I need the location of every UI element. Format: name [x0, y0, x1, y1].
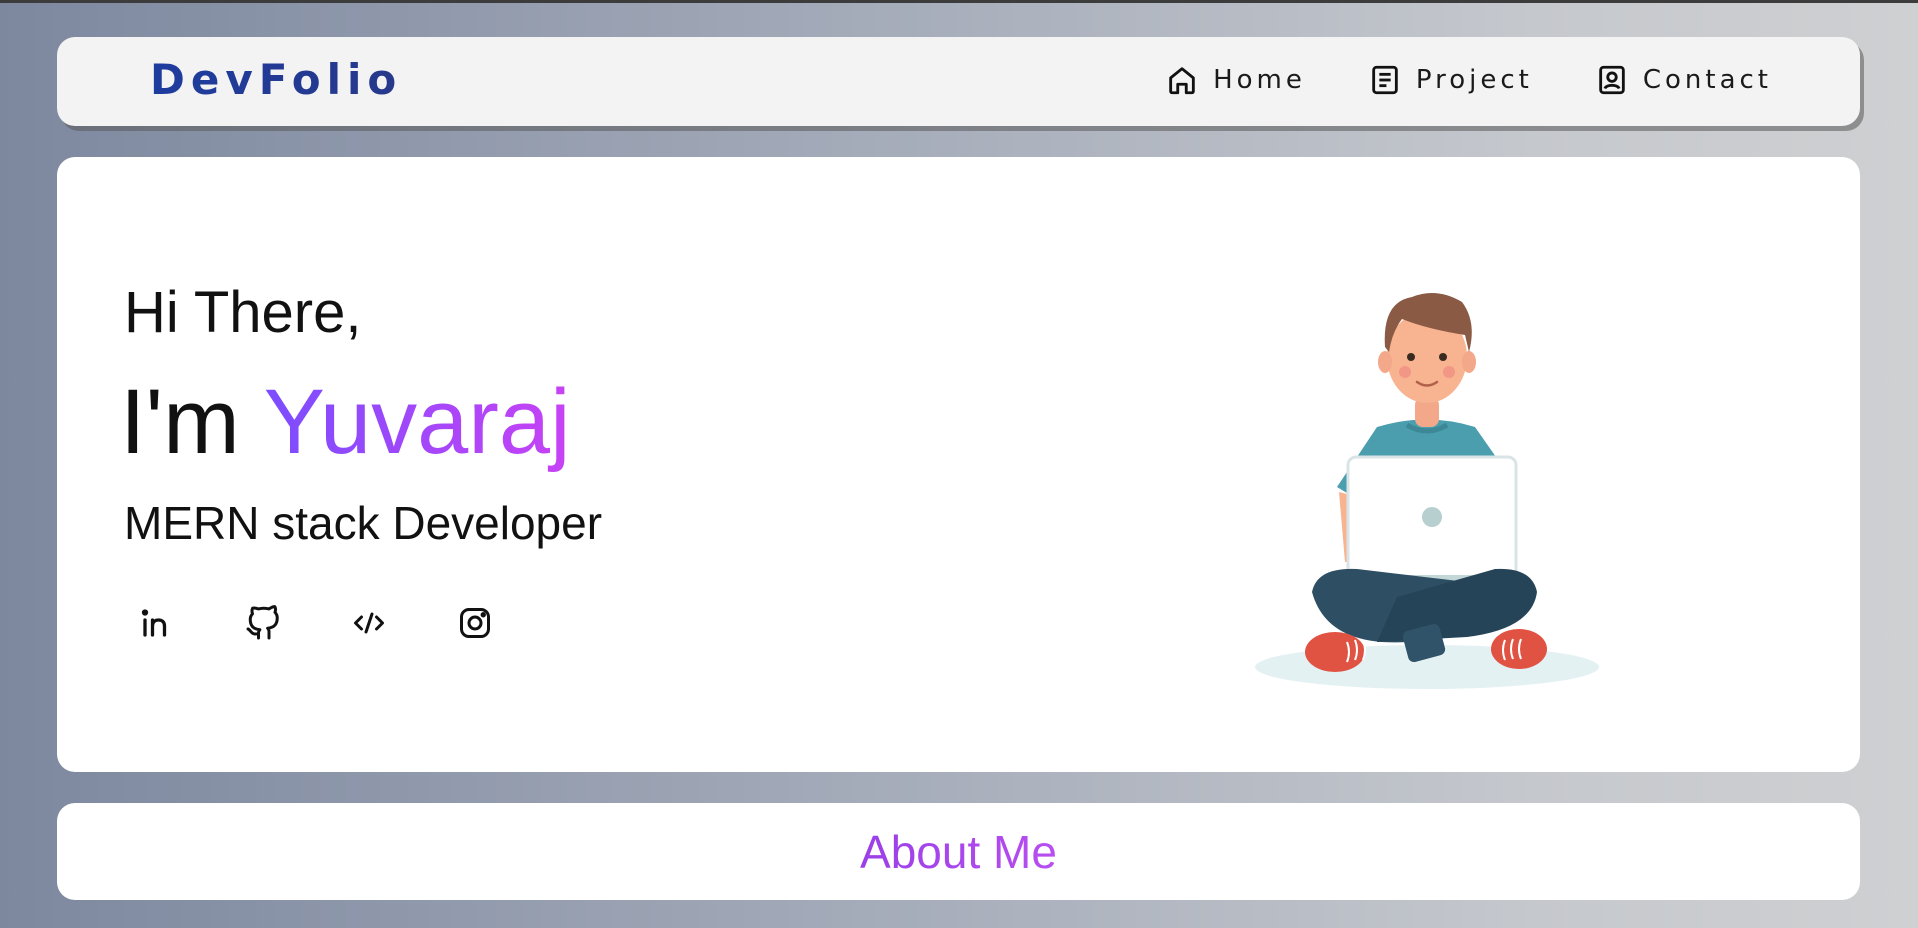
hero-role: MERN stack Developer — [124, 497, 603, 549]
github-icon — [246, 605, 279, 640]
linkedin-icon — [141, 609, 167, 637]
nav-links: Home Project Contact — [1165, 63, 1772, 97]
site-logo[interactable]: DevFolio — [150, 55, 402, 104]
about-section: About Me — [57, 803, 1860, 900]
hero-name-line: I'm Yuvaraj — [120, 370, 571, 475]
about-title: About Me — [860, 825, 1057, 878]
contact-icon — [1599, 65, 1625, 95]
home-icon — [1169, 67, 1195, 95]
code-icon — [354, 612, 384, 634]
code-link[interactable] — [351, 605, 387, 641]
instagram-icon — [460, 608, 490, 638]
hero-greeting: Hi There, — [124, 280, 362, 345]
nav-label-project: Project — [1415, 65, 1533, 95]
hero-name: Yuvaraj — [263, 371, 571, 473]
nav-label-home: Home — [1213, 65, 1306, 95]
developer-illustration — [1255, 293, 1599, 689]
social-links — [139, 605, 493, 641]
hero-section: Hi There, I'm Yuvaraj MERN stack Develop… — [57, 157, 1860, 772]
hero-intro-prefix: I'm — [120, 371, 240, 473]
nav-label-contact: Contact — [1642, 65, 1772, 95]
github-link[interactable] — [245, 605, 281, 641]
navbar: DevFolio Home Project Contact — [57, 37, 1860, 126]
nav-item-contact[interactable]: Contact — [1595, 63, 1772, 97]
nav-item-project[interactable]: Project — [1368, 63, 1533, 97]
instagram-link[interactable] — [457, 605, 493, 641]
nav-item-home[interactable]: Home — [1165, 63, 1306, 97]
document-icon — [1372, 65, 1398, 95]
linkedin-link[interactable] — [139, 605, 175, 641]
